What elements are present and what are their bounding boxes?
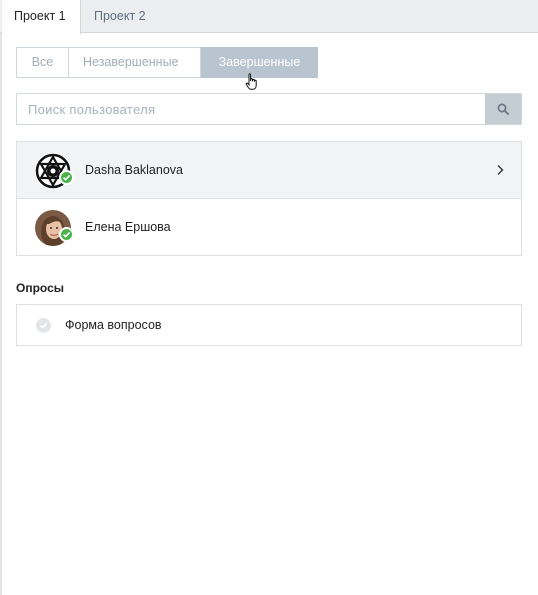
- project-tabs: Проект 1 Проект 2: [0, 0, 538, 34]
- poll-item-label[interactable]: Форма вопросов: [65, 305, 162, 345]
- poll-status-check-icon: [36, 318, 51, 333]
- user-name: Елена Ершова: [85, 220, 171, 234]
- poll-list: Форма вопросов: [16, 304, 522, 346]
- user-search: [16, 93, 522, 125]
- user-list: Dasha Baklanova Елена Ершова: [16, 141, 522, 256]
- check-icon: [62, 174, 71, 181]
- left-border: [0, 0, 2, 595]
- user-name: Dasha Baklanova: [85, 163, 183, 177]
- check-icon: [62, 231, 71, 238]
- filter-all-button[interactable]: Все: [16, 47, 69, 78]
- tab-project-1[interactable]: Проект 1: [2, 0, 81, 34]
- search-input[interactable]: [17, 94, 486, 124]
- list-item-user[interactable]: Dasha Baklanova: [17, 142, 521, 199]
- hand-pointer-icon: [245, 73, 257, 90]
- polls-heading: Опросы: [16, 281, 65, 295]
- list-item-user[interactable]: Елена Ершова: [17, 199, 521, 255]
- search-button[interactable]: [485, 94, 521, 124]
- status-filter: Все Незавершенные Завершенные: [16, 47, 318, 78]
- filter-incomplete-button[interactable]: Незавершенные: [69, 47, 201, 78]
- chevron-right-icon: [497, 165, 504, 175]
- search-icon: [497, 103, 509, 115]
- completed-badge: [59, 227, 74, 242]
- completed-badge: [59, 170, 74, 185]
- tab-project-2[interactable]: Проект 2: [82, 0, 158, 33]
- check-icon: [39, 322, 48, 329]
